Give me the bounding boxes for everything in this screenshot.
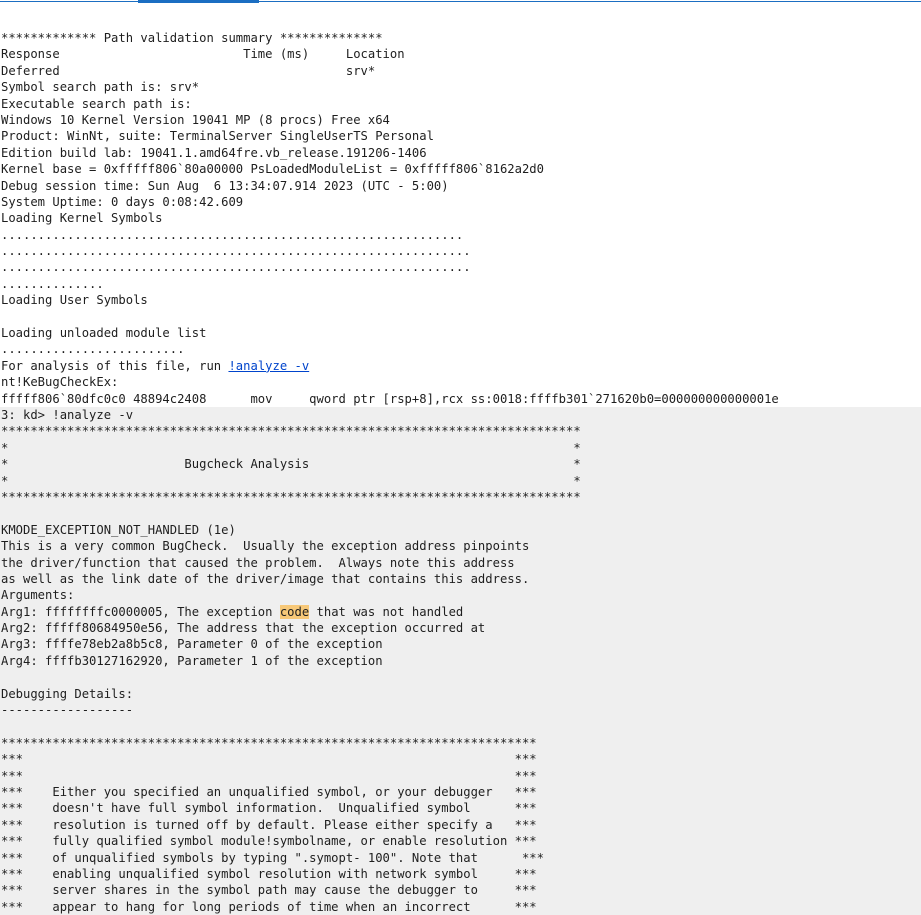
debugger-console-output[interactable]: ************* Path validation summary **… bbox=[0, 30, 921, 915]
analysis-line: *** fully qualified symbol module!symbol… bbox=[1, 834, 537, 849]
analysis-line bbox=[0, 669, 921, 685]
analysis-line: *** of unqualified symbols by typing ".s… bbox=[1, 850, 544, 865]
fault-instruction-line: fffff806`80dfc0c0 48894c2408 mov qword p… bbox=[1, 391, 779, 406]
analysis-line: *** doesn't have full symbol information… bbox=[1, 801, 537, 816]
analysis-line: *** appear to hang for long periods of t… bbox=[1, 899, 537, 914]
output-line: ************* Path validation summary **… bbox=[1, 31, 383, 45]
output-line: Edition build lab: 19041.1.amd64fre.vb_r… bbox=[1, 145, 427, 160]
analysis-line: ------------------ bbox=[1, 703, 134, 718]
analysis-line: as well as the link date of the driver/i… bbox=[1, 571, 530, 586]
output-line: Loading Kernel Symbols bbox=[1, 211, 163, 226]
top-tab-strip bbox=[0, 0, 921, 4]
analysis-line: Arg2: fffff80684950e56, The address that… bbox=[1, 621, 486, 636]
analysis-line: ****************************************… bbox=[1, 489, 581, 504]
analysis-line: 3: kd> !analyze -v bbox=[1, 407, 134, 422]
analysis-line: *** server shares in the symbol path may… bbox=[1, 883, 537, 898]
output-line: System Uptime: 0 days 0:08:42.609 bbox=[1, 194, 244, 209]
analysis-line bbox=[0, 505, 921, 521]
bugcheck-analysis-block: 3: kd> !analyze -v **********************… bbox=[0, 406, 921, 915]
output-line: ........................................… bbox=[1, 260, 471, 275]
analysis-line: the driver/function that caused the prob… bbox=[1, 555, 515, 570]
analysis-line: This is a very common BugCheck. Usually … bbox=[1, 539, 530, 554]
analysis-line: *** *** bbox=[1, 768, 537, 783]
output-line: ........................................… bbox=[1, 244, 471, 259]
command-output-block: ************* Path validation summary **… bbox=[0, 30, 921, 358]
analysis-prompt-line: For analysis of this file, run !analyze … bbox=[1, 358, 310, 373]
analysis-line: *** enabling unqualified symbol resoluti… bbox=[1, 866, 537, 881]
active-tab-indicator bbox=[138, 0, 259, 3]
fault-symbol-line: nt!KeBugCheckEx: bbox=[1, 375, 119, 390]
analysis-line: ****************************************… bbox=[1, 735, 537, 750]
analyze-link[interactable]: !analyze -v bbox=[228, 359, 309, 373]
analysis-line: Debugging Details: bbox=[1, 686, 134, 701]
analysis-line: * * bbox=[1, 473, 581, 488]
output-line: ......................... bbox=[1, 342, 185, 357]
output-line: Product: WinNt, suite: TerminalServer Si… bbox=[1, 129, 434, 144]
analysis-line: Arg4: ffffb30127162920, Parameter 1 of t… bbox=[1, 653, 383, 668]
analysis-line: * Bugcheck Analysis * bbox=[1, 457, 581, 472]
analysis-line: * * bbox=[1, 440, 581, 455]
analysis-line bbox=[0, 718, 921, 734]
output-line: Kernel base = 0xfffff806`80a00000 PsLoad… bbox=[1, 162, 544, 177]
analysis-line: *** resolution is turned off by default.… bbox=[1, 817, 537, 832]
output-line: Loading User Symbols bbox=[1, 293, 148, 308]
output-line: Symbol search path is: srv* bbox=[1, 80, 200, 95]
output-line: ........................................… bbox=[1, 227, 464, 242]
output-line: .............. bbox=[1, 276, 104, 291]
output-line: Deferred srv* bbox=[1, 63, 376, 78]
output-line: Executable search path is: bbox=[1, 96, 192, 111]
output-line: Loading unloaded module list bbox=[1, 326, 207, 341]
analysis-line: ****************************************… bbox=[1, 424, 581, 439]
output-line: Response Time (ms) Location bbox=[1, 47, 405, 62]
analysis-line: KMODE_EXCEPTION_NOT_HANDLED (1e) bbox=[1, 522, 236, 537]
output-line: Debug session time: Sun Aug 6 13:34:07.9… bbox=[1, 178, 449, 193]
search-highlight: code bbox=[279, 604, 310, 619]
arg1-line: Arg1: ffffffffc0000005, The exception co… bbox=[1, 604, 464, 619]
analysis-line: *** *** bbox=[1, 752, 537, 767]
analysis-line: *** Either you specified an unqualified … bbox=[1, 784, 537, 799]
output-line: Windows 10 Kernel Version 19041 MP (8 pr… bbox=[1, 112, 390, 127]
analysis-line: Arg3: ffffe78eb2a8b5c8, Parameter 0 of t… bbox=[1, 637, 383, 652]
analysis-line: Arguments: bbox=[1, 588, 75, 603]
